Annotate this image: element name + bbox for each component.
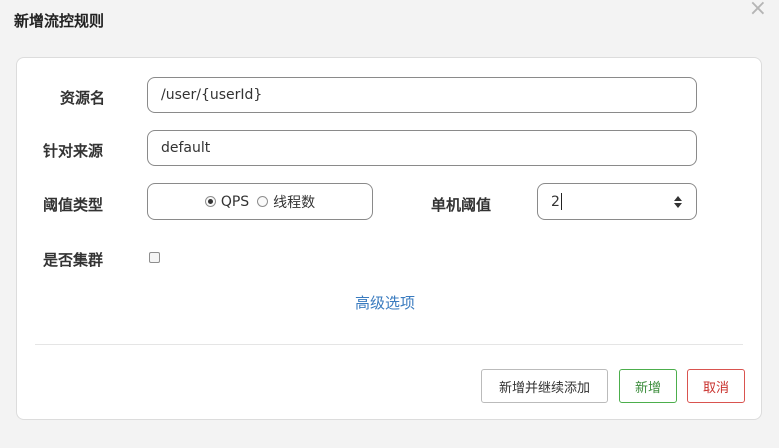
text-caret <box>560 193 562 210</box>
chevron-down-icon[interactable] <box>674 202 682 208</box>
close-icon[interactable]: × <box>749 0 767 20</box>
cluster-checkbox[interactable] <box>149 252 160 263</box>
radio-qps[interactable] <box>204 196 216 207</box>
radio-thread-count[interactable] <box>257 196 269 207</box>
threshold-type-label: 阈值类型 <box>43 196 104 214</box>
resource-input[interactable]: /user/{userId} <box>147 77 697 113</box>
radio-option-thread-count[interactable]: 线程数 <box>257 192 315 212</box>
resource-input-value: /user/{userId} <box>161 87 263 103</box>
threshold-type-radio-group: QPS 线程数 <box>147 183 373 220</box>
add-button[interactable]: 新增 <box>619 369 677 403</box>
add-and-continue-button[interactable]: 新增并继续添加 <box>481 369 608 403</box>
form-panel: 资源名 /user/{userId} 针对来源 default 阈值类型 QPS… <box>16 57 762 420</box>
single-threshold-label: 单机阈值 <box>431 196 492 214</box>
source-input-value: default <box>161 140 211 156</box>
dialog-title: 新增流控规则 <box>14 12 105 30</box>
single-threshold-input[interactable]: 2 <box>537 183 697 220</box>
single-threshold-value: 2 <box>551 193 560 210</box>
number-spinner[interactable] <box>674 195 682 208</box>
radio-thread-count-label: 线程数 <box>273 194 316 211</box>
advanced-options-link[interactable]: 高级选项 <box>355 292 415 313</box>
cancel-button[interactable]: 取消 <box>687 369 745 403</box>
radio-qps-label: QPS <box>220 193 250 210</box>
resource-label: 资源名 <box>60 89 106 107</box>
chevron-up-icon[interactable] <box>674 195 682 201</box>
cluster-label: 是否集群 <box>43 251 104 269</box>
source-label: 针对来源 <box>43 142 104 160</box>
footer-divider <box>35 344 743 345</box>
source-input[interactable]: default <box>147 130 697 166</box>
radio-option-qps[interactable]: QPS <box>204 193 250 210</box>
